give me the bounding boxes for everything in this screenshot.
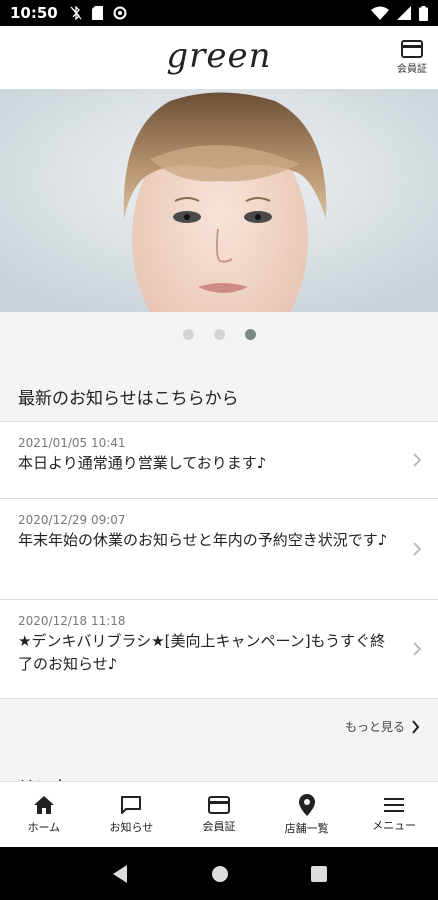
news-title: 年末年始の休業のお知らせと年内の予約空き状況です♪ bbox=[18, 531, 388, 549]
news-item[interactable]: 2020/12/29 09:07 年末年始の休業のお知らせと年内の予約空き状況で… bbox=[0, 499, 438, 600]
member-card-label: 会員証 bbox=[397, 64, 427, 75]
home-icon bbox=[33, 795, 54, 814]
status-time: 10:50 bbox=[10, 4, 58, 22]
card-icon bbox=[401, 40, 423, 58]
nav-home[interactable]: ホーム bbox=[0, 782, 88, 847]
hero-banner-image[interactable] bbox=[0, 89, 438, 312]
bluetooth-off-icon bbox=[70, 6, 82, 20]
home-circle-icon[interactable] bbox=[211, 865, 229, 883]
member-card-button[interactable]: 会員証 bbox=[394, 40, 430, 75]
status-notification-icons bbox=[70, 6, 127, 20]
bottom-navigation: ホーム お知らせ 会員証 店舗一覧 メニュー bbox=[0, 781, 438, 847]
menu-icon bbox=[384, 797, 405, 812]
nav-member-card-label: 会員証 bbox=[202, 819, 236, 833]
hero-photo bbox=[0, 89, 438, 312]
chevron-right-icon bbox=[413, 453, 422, 467]
sd-card-icon bbox=[91, 6, 103, 20]
wifi-icon bbox=[371, 6, 389, 20]
battery-icon bbox=[419, 5, 428, 21]
carousel-dot[interactable] bbox=[213, 329, 225, 340]
nav-news-label: お知らせ bbox=[109, 820, 154, 834]
recents-icon[interactable] bbox=[311, 865, 327, 882]
nav-home-label: ホーム bbox=[27, 820, 61, 834]
news-title: ★デンキバリブラシ★[美向上キャンペーン]もうすぐ終了のお知らせ♪ bbox=[18, 632, 386, 673]
chevron-right-icon bbox=[412, 719, 420, 734]
chat-icon bbox=[121, 795, 142, 814]
chevron-right-icon bbox=[413, 642, 422, 656]
location-pin-icon bbox=[298, 793, 315, 816]
back-icon[interactable] bbox=[111, 864, 129, 884]
news-date: 2021/01/05 10:41 bbox=[18, 436, 126, 450]
app-header: green 会員証 bbox=[0, 26, 438, 89]
news-date: 2020/12/29 09:07 bbox=[18, 513, 126, 527]
nav-stores-label: 店舗一覧 bbox=[284, 821, 329, 835]
carousel-dot-active[interactable] bbox=[244, 329, 256, 340]
nav-stores[interactable]: 店舗一覧 bbox=[263, 782, 351, 847]
news-list: 2021/01/05 10:41 本日より通常通り営業しております♪ 2020/… bbox=[0, 421, 438, 699]
card-icon bbox=[207, 795, 230, 814]
more-news-label: もっと見る bbox=[344, 720, 405, 734]
data-saver-icon bbox=[113, 6, 127, 20]
news-title: 本日より通常通り営業しております♪ bbox=[18, 454, 267, 472]
cell-signal-icon bbox=[397, 6, 411, 20]
nav-menu[interactable]: メニュー bbox=[350, 782, 438, 847]
app-logo: green bbox=[166, 35, 272, 76]
system-navigation-bar bbox=[0, 847, 438, 900]
nav-news[interactable]: お知らせ bbox=[88, 782, 176, 847]
carousel-dot[interactable] bbox=[182, 329, 194, 340]
news-item[interactable]: 2021/01/05 10:41 本日より通常通り営業しております♪ bbox=[0, 422, 438, 499]
nav-member-card[interactable]: 会員証 bbox=[175, 782, 263, 847]
status-system-icons bbox=[371, 5, 428, 21]
status-bar: 10:50 bbox=[0, 0, 438, 26]
carousel-indicator bbox=[0, 312, 438, 357]
chevron-right-icon bbox=[413, 542, 422, 556]
news-date: 2020/12/18 11:18 bbox=[18, 614, 126, 628]
news-section-title: 最新のお知らせはこちらから bbox=[18, 389, 239, 409]
nav-menu-label: メニュー bbox=[372, 818, 417, 832]
more-news-link[interactable]: もっと見る bbox=[345, 718, 420, 735]
news-item[interactable]: 2020/12/18 11:18 ★デンキバリブラシ★[美向上キャンペーン]もう… bbox=[0, 600, 438, 699]
